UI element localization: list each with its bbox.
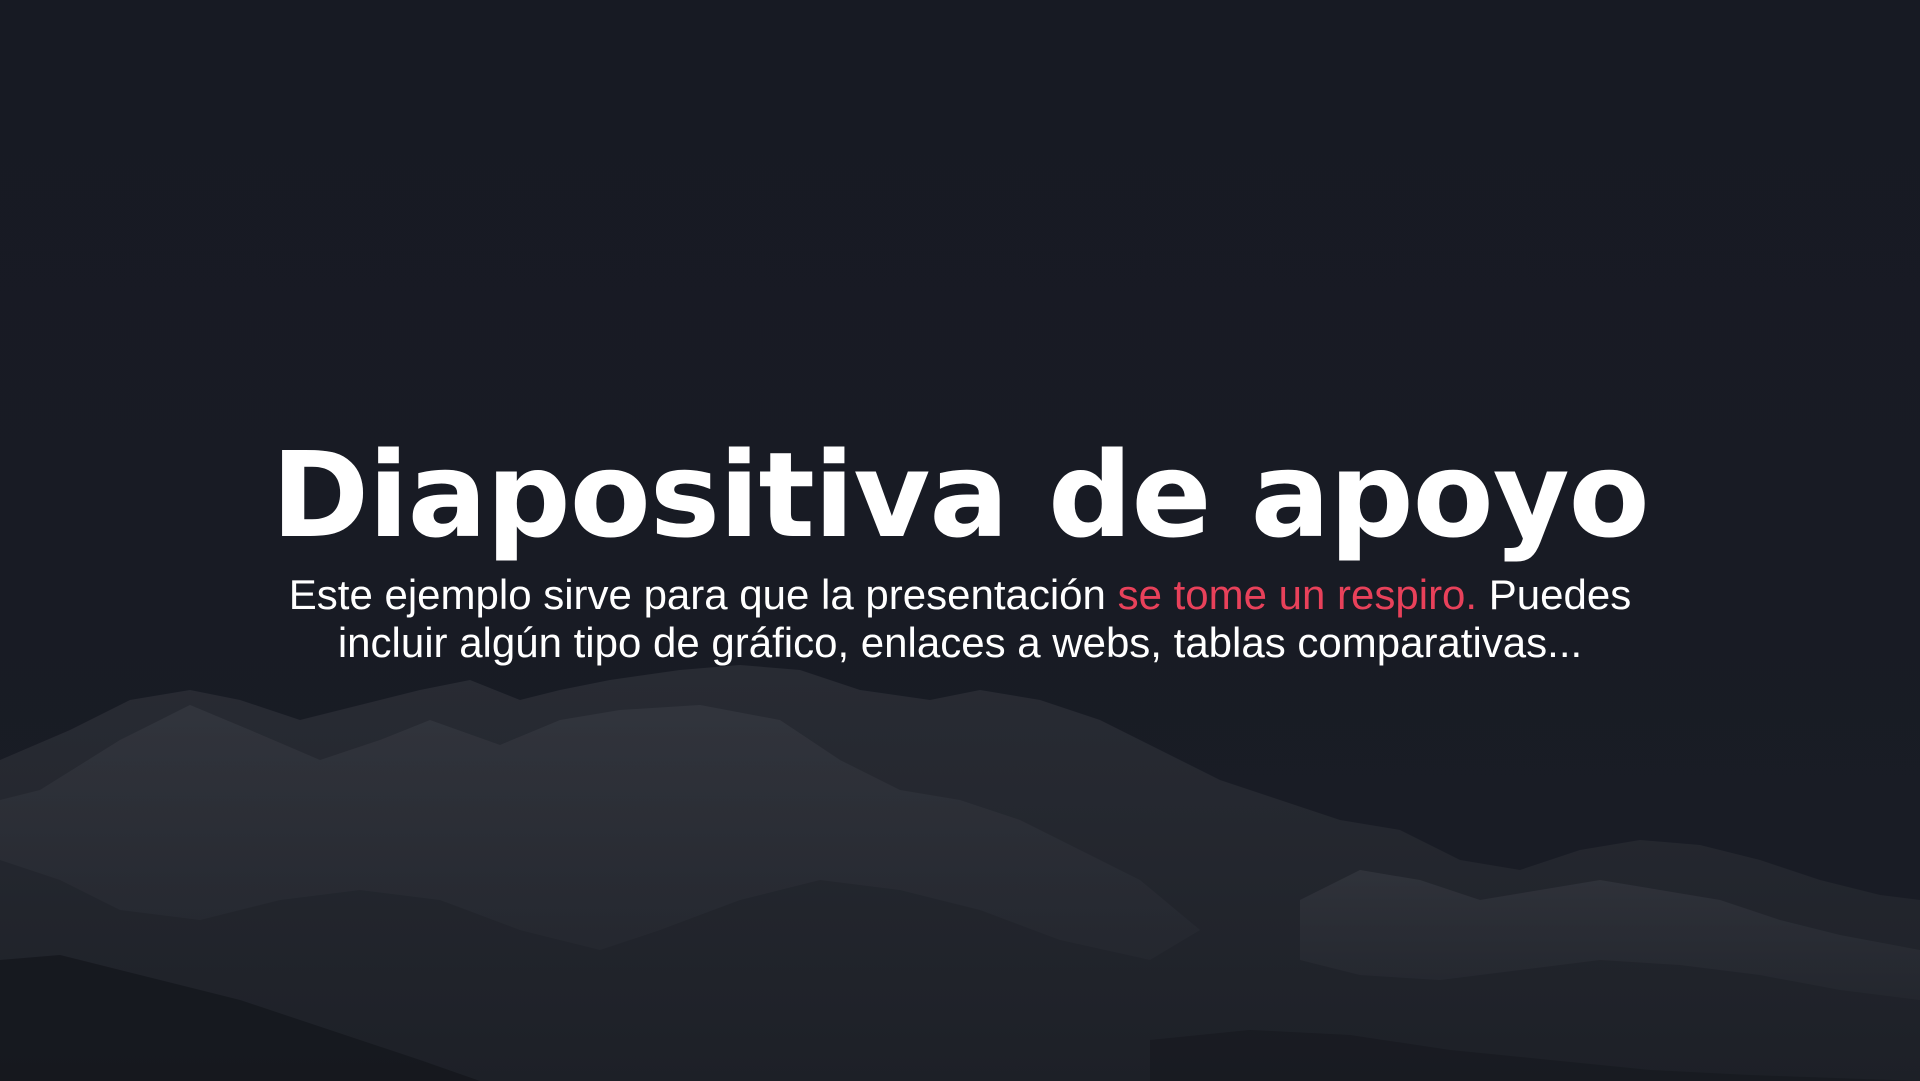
slide: Diapositiva de apoyo Este ejemplo sirve … bbox=[0, 0, 1920, 1081]
slide-title: Diapositiva de apoyo bbox=[271, 426, 1649, 564]
subtitle-text-start: Este ejemplo sirve para que la presentac… bbox=[288, 571, 1118, 618]
slide-content: Diapositiva de apoyo Este ejemplo sirve … bbox=[0, 425, 1920, 667]
subtitle-text-line2: incluir algún tipo de gráfico, enlaces a… bbox=[337, 619, 1583, 666]
subtitle-highlight: se tome un respiro. bbox=[1117, 571, 1478, 618]
subtitle-text-line1-end: Puedes bbox=[1477, 571, 1632, 618]
slide-subtitle: Este ejemplo sirve para que la presentac… bbox=[180, 571, 1740, 667]
